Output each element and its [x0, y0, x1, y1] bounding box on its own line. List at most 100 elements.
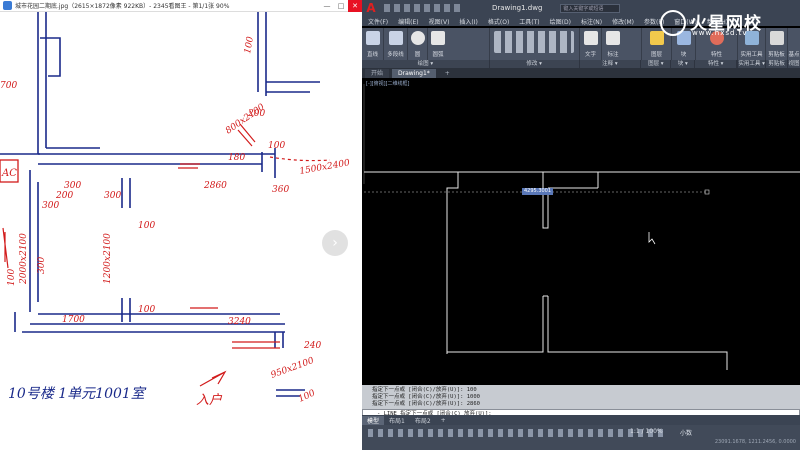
tool-properties-label: 特性 [710, 52, 722, 58]
room-note: 10号楼 1单元1001室 [8, 386, 147, 402]
dim-100-b: 100 [138, 221, 155, 231]
tool-dimension-label: 标注 [607, 52, 619, 58]
menu-dimension[interactable]: 标注(N) [581, 17, 602, 26]
drawing-area[interactable]: [-][俯视][二维线框] 4295.3001 [362, 78, 800, 386]
tool-arc-label: 圆弧 [432, 52, 444, 58]
menu-modify[interactable]: 修改(M) [612, 17, 634, 26]
menu-draw[interactable]: 绘图(D) [550, 17, 571, 26]
units-label[interactable]: 小数 [680, 428, 692, 437]
text-icon [584, 31, 598, 45]
menu-file[interactable]: 文件(F) [368, 17, 388, 26]
watermark-logo-icon [660, 10, 686, 36]
dim-300-d: 300 [37, 257, 47, 274]
viewer-close-button[interactable]: ✕ [348, 0, 362, 12]
dim-200-a: 200 [55, 191, 73, 201]
next-image-button[interactable]: › [322, 230, 348, 256]
dim-300-a: 300 [64, 181, 81, 191]
menu-insert[interactable]: 插入(I) [459, 17, 477, 26]
tool-dimension-button[interactable]: 标注 [602, 28, 642, 62]
group-layer[interactable]: 图层 ▾ [641, 60, 672, 68]
tool-utilities-label: 实用工具 [740, 52, 763, 58]
tab-drawing1[interactable]: Drawing1* [392, 69, 436, 78]
status-bar: 1:1 / 100% 小数 23091.1678, 1211.2456, 0.0… [362, 425, 800, 450]
dim-300-b: 300 [42, 201, 59, 211]
group-block[interactable]: 块 ▾ [671, 60, 696, 68]
tool-polyline-label: 多段线 [387, 52, 404, 58]
cad-geometry [363, 84, 800, 370]
viewport-label[interactable]: [-][俯视][二维线框] [366, 80, 410, 87]
viewer-image-canvas[interactable]: AC 700 300 300 200 800x2100 100 180 1500… [0, 12, 362, 450]
tab-layout1[interactable]: 布局1 [384, 416, 410, 425]
dim-2000x2100: 2000x2100 [19, 233, 29, 285]
viewer-titlebar: 城市花园二期底.jpg（2615×1872像素 922KB）- 2345看图王 … [0, 0, 362, 12]
autocad-logo-icon[interactable]: A [364, 1, 378, 15]
dim-180: 180 [228, 153, 245, 163]
tool-text-button[interactable]: 文字 [580, 28, 602, 62]
menu-edit[interactable]: 编辑(E) [398, 17, 418, 26]
cad-window-title: Drawing1.dwg [492, 4, 543, 12]
arc-icon [431, 31, 445, 45]
cad-search-input[interactable]: 键入关键字或短语 [560, 3, 621, 13]
document-tabs: 开始 Drawing1* + [362, 68, 800, 78]
dim-100-e: 100 [243, 36, 256, 55]
circle-icon [411, 31, 425, 45]
ribbon-group-labels: 绘图 ▾ 修改 ▾ 注释 ▾ 图层 ▾ 块 ▾ 特性 ▾ 组 实用工具 ▾ 剪贴… [362, 60, 800, 75]
dim-700: 700 [0, 81, 17, 91]
history-line-1: 指定下一点或 [闭合(C)/放弃(U)]: 100 [372, 387, 477, 393]
layout-tabs: 模型 布局1 布局2 + [362, 415, 800, 425]
dim-240: 240 [303, 341, 321, 351]
tab-start[interactable]: 开始 [365, 69, 390, 78]
group-properties[interactable]: 特性 ▾ [695, 60, 738, 68]
tab-layout2[interactable]: 布局2 [410, 416, 436, 425]
line-icon [366, 31, 380, 45]
entry-note: 入户 [196, 393, 223, 408]
group-draw[interactable]: 绘图 ▾ [362, 60, 490, 68]
history-line-2: 指定下一点或 [闭合(C)/放弃(U)]: 1000 [372, 394, 480, 400]
viewer-maximize-button[interactable]: □ [334, 0, 348, 12]
modify-panel[interactable] [490, 28, 580, 62]
dimension-icon [606, 31, 620, 45]
tool-arc-button[interactable]: 圆弧 [428, 28, 490, 62]
menu-tools[interactable]: 工具(T) [519, 17, 539, 26]
dim-100-a: 100 [268, 141, 285, 151]
dim-2860: 2860 [203, 181, 227, 191]
tool-circle-button[interactable]: 圆 [408, 28, 428, 62]
annotation-scale[interactable]: 1:1 / 100% [630, 428, 663, 435]
tab-model[interactable]: 模型 [362, 415, 385, 425]
dim-100-c: 100 [138, 305, 155, 315]
group-annotation[interactable]: 注释 ▾ [580, 60, 642, 68]
autocad-window: A Drawing1.dwg 键入关键字或短语 文件(F) 编辑(E) 视图(V… [362, 0, 800, 450]
tool-polyline-button[interactable]: 多段线 [384, 28, 408, 62]
add-layout-button[interactable]: + [436, 417, 451, 424]
ac-label: AC [1, 168, 17, 179]
dim-100-d: 100 [7, 269, 17, 286]
viewer-window-title: 城市花园二期底.jpg（2615×1872像素 922KB）- 2345看图王 … [15, 3, 230, 10]
new-tab-button[interactable]: + [439, 69, 456, 78]
dynamic-input-tooltip[interactable]: 4295.3001 [522, 188, 554, 195]
tool-line-button[interactable]: 直线 [362, 28, 384, 62]
menu-view[interactable]: 视图(V) [429, 17, 450, 26]
dim-1700: 1700 [62, 315, 85, 325]
history-line-3: 指定下一点或 [闭合(C)/放弃(U)]: 2860 [372, 401, 480, 407]
dim-3240: 3240 [228, 317, 251, 327]
tool-text-label: 文字 [584, 52, 596, 58]
floor-plan-sketch: AC 700 300 300 200 800x2100 100 180 1500… [0, 12, 351, 408]
polyline-icon [389, 31, 403, 45]
menu-format[interactable]: 格式(O) [488, 17, 509, 26]
viewer-minimize-button[interactable]: — [320, 0, 334, 12]
tool-basepoint-label: 基点 [788, 52, 800, 58]
watermark: 火星网校 www.hxsd.tv [660, 8, 796, 40]
watermark-url: www.hxsd.tv [692, 29, 748, 37]
dim-950x2100: 950x2100 [270, 356, 316, 381]
tool-circle-label: 圆 [414, 52, 421, 58]
group-view[interactable]: 视图 ▾ [788, 60, 800, 75]
dim-360: 360 [272, 185, 289, 195]
cursor-icon [648, 232, 656, 245]
group-modify[interactable]: 修改 ▾ [490, 60, 580, 68]
group-utilities[interactable]: 实用工具 ▾ [738, 60, 767, 68]
status-toggle-icons[interactable] [368, 429, 668, 437]
quick-access-toolbar[interactable] [384, 4, 464, 12]
group-clipboard[interactable]: 剪贴板 [766, 60, 789, 68]
image-viewer-window: 城市花园二期底.jpg（2615×1872像素 922KB）- 2345看图王 … [0, 0, 362, 450]
viewer-app-icon [3, 1, 12, 10]
